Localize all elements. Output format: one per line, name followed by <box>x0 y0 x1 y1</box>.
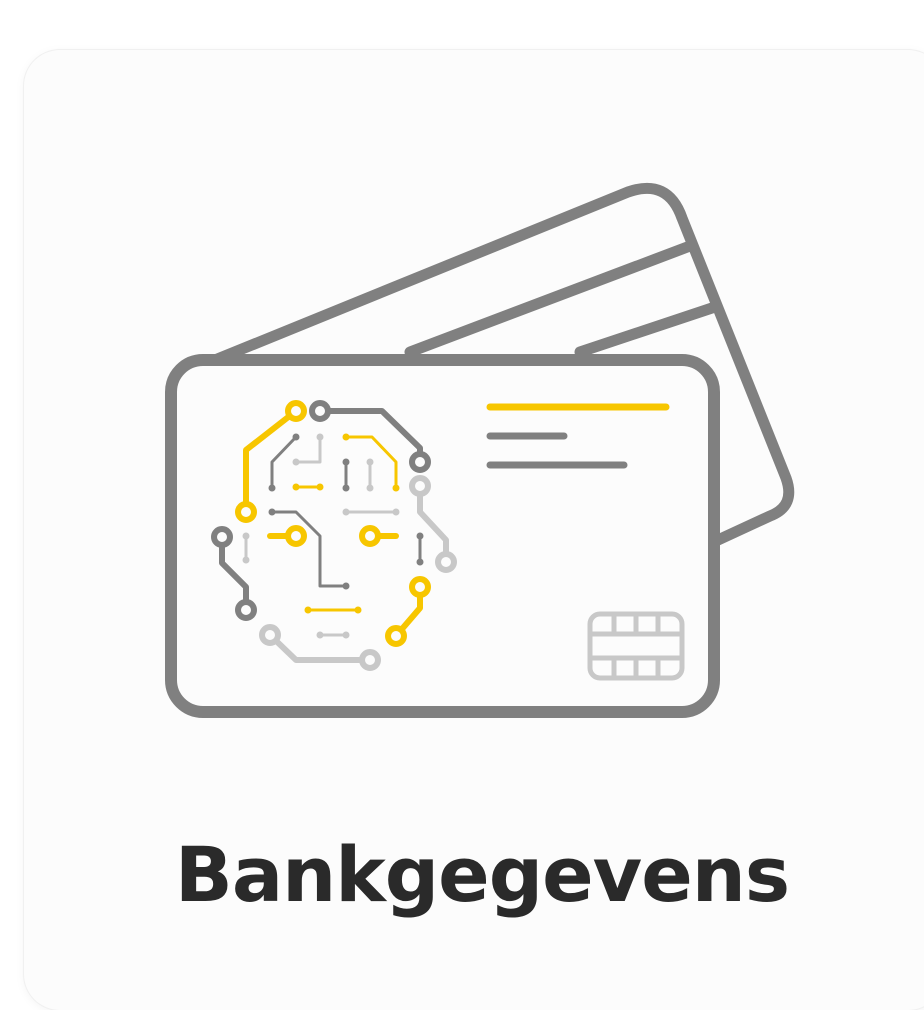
tile-label: Bankgegevens <box>174 830 790 919</box>
bank-cards-icon <box>165 182 795 718</box>
